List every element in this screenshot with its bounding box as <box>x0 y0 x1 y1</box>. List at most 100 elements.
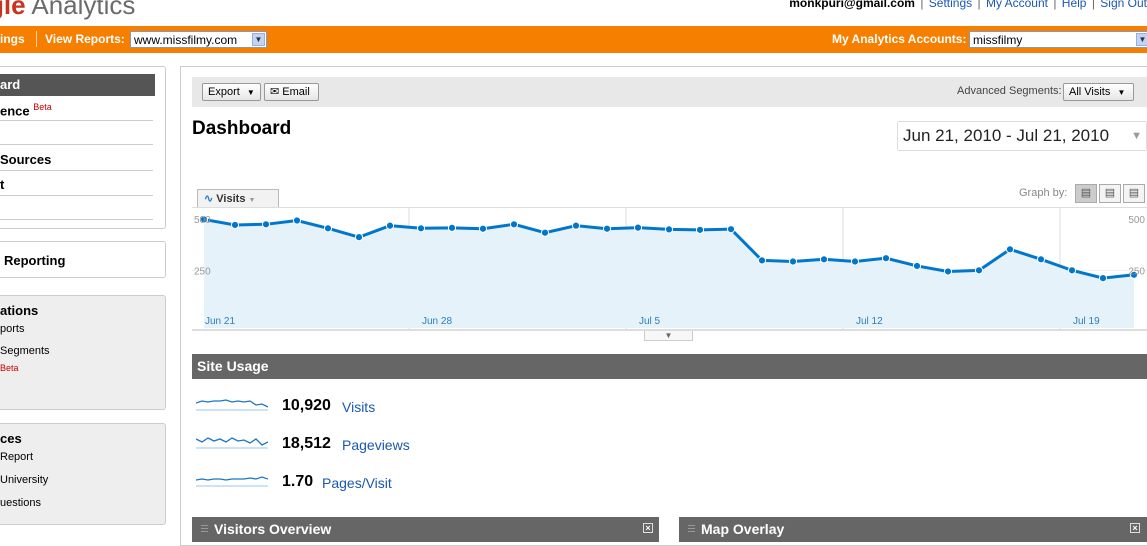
advanced-segments-label: Advanced Segments: <box>957 85 1062 97</box>
chevron-down-icon[interactable]: ▼ <box>1136 33 1147 46</box>
chart-data-point <box>540 228 550 237</box>
sidebar-item-dashboard[interactable]: ard <box>0 74 155 96</box>
widget-title: Visitors Overview <box>214 521 332 537</box>
metric-value: 18,512 <box>282 435 331 452</box>
analytics-settings-link[interactable]: ings <box>0 32 25 46</box>
widget-title: Map Overlay <box>701 521 785 537</box>
sidebar-item-custom-reports[interactable]: ports <box>0 323 24 335</box>
chart-data-point <box>385 221 395 230</box>
visits-link[interactable]: Visits <box>342 399 375 415</box>
pages-per-visit-sparkline-icon <box>195 476 269 487</box>
accounts-select[interactable]: missfilmy ▼ <box>969 31 1147 48</box>
sidebar-item-advanced-segments[interactable]: Segments <box>0 345 50 357</box>
chart-data-point <box>757 256 767 265</box>
chart-data-point <box>571 221 581 230</box>
chart-data-point <box>726 225 736 234</box>
chart-data-point <box>819 255 829 264</box>
x-tick-label: Jul 12 <box>856 316 883 327</box>
user-email: monkpuri@gmail.com <box>789 0 915 10</box>
google-analytics-logo[interactable]: gle Analytics <box>0 0 135 21</box>
metric-label: Visits <box>216 193 246 205</box>
drag-handle-icon[interactable] <box>201 525 208 534</box>
advanced-segments-value: All Visits <box>1069 86 1111 98</box>
view-reports-select[interactable]: www.missfilmy.com ▼ <box>130 31 267 48</box>
chart-data-point <box>602 224 612 233</box>
email-button[interactable]: ✉ Email <box>264 83 319 101</box>
map-overlay-widget[interactable]: Map Overlay × <box>679 517 1147 542</box>
envelope-icon: ✉ <box>270 86 280 98</box>
drag-handle-icon[interactable] <box>688 525 695 534</box>
sidebar-item-report[interactable]: Report <box>0 451 33 463</box>
chevron-down-icon[interactable]: ▼ <box>1131 122 1142 150</box>
y-tick-label: 500 <box>194 215 211 226</box>
pages-per-visit-link[interactable]: Pages/Visit <box>322 475 392 491</box>
date-range-picker[interactable]: Jun 21, 2010 - Jul 21, 2010 ▼ <box>897 121 1147 151</box>
beta-badge: Beta <box>33 102 52 112</box>
sidebar-item-content[interactable]: t <box>0 177 4 192</box>
sign-out-link[interactable]: Sign Out <box>1100 0 1147 10</box>
chevron-down-icon[interactable]: ▼ <box>252 33 265 46</box>
chart-data-point <box>323 224 333 233</box>
sidebar-item-custom-reporting[interactable]: Reporting <box>4 253 65 268</box>
page-title: Dashboard <box>192 118 292 139</box>
visits-sparkline-icon <box>195 399 269 411</box>
x-tick-label: Jul 19 <box>1073 316 1100 327</box>
my-account-link[interactable]: My Account <box>986 0 1048 10</box>
chart-data-point <box>509 220 519 229</box>
sidebar-item-intelligence[interactable]: ence Beta <box>0 102 52 118</box>
chart-data-point <box>447 223 457 232</box>
metric-selector-tab[interactable]: ∿ Visits ▼ <box>197 189 279 208</box>
chart-expander-handle[interactable]: ▼ <box>644 331 693 341</box>
view-reports-label: View Reports: <box>45 32 125 46</box>
x-tick-label: Jun 21 <box>205 316 235 327</box>
metric-value: 1.70 <box>282 473 314 490</box>
chevron-down-icon: ▼ <box>246 88 255 97</box>
chart-data-point <box>943 267 953 276</box>
pageviews-link[interactable]: Pageviews <box>342 437 410 453</box>
chart-data-point <box>416 224 426 233</box>
site-usage-row-visits: 10,920 Visits <box>195 395 496 419</box>
advanced-segments-select[interactable]: All Visits ▼ <box>1063 83 1134 101</box>
chart-data-point <box>230 220 240 230</box>
graph-by-week-icon[interactable]: ▤ <box>1099 184 1121 203</box>
export-label: Export <box>208 86 240 98</box>
help-link[interactable]: Help <box>1062 0 1087 10</box>
sidebar-item-label: ence <box>0 103 30 119</box>
chevron-down-icon: ▼ <box>248 197 256 204</box>
chart-data-point <box>292 216 302 225</box>
settings-link[interactable]: Settings <box>929 0 972 10</box>
chart-data-point <box>788 257 798 266</box>
link-separator: | <box>920 0 924 10</box>
sidebar-item-traffic-sources[interactable]: Sources <box>0 152 51 167</box>
link-separator: | <box>977 0 981 10</box>
chart-data-point <box>850 257 860 266</box>
chart-data-point <box>354 233 364 242</box>
close-icon[interactable]: × <box>1130 523 1140 533</box>
chart-data-point <box>1036 255 1046 264</box>
graph-by-day-icon[interactable]: ▤ <box>1075 184 1097 203</box>
nav-divider <box>36 31 37 47</box>
beta-badge: Beta <box>0 363 19 373</box>
email-label: Email <box>282 86 310 98</box>
logo-text-analytics: Analytics <box>31 0 136 20</box>
y-tick-label: 500 <box>1128 215 1145 226</box>
view-reports-value: www.missfilmy.com <box>134 33 238 47</box>
sidebar-item-questions[interactable]: uestions <box>0 497 41 509</box>
divider <box>0 170 153 171</box>
line-graph-icon: ∿ <box>204 193 214 205</box>
graph-by-month-icon[interactable]: ▤ <box>1123 184 1145 203</box>
chart-data-point <box>912 261 922 271</box>
link-separator: | <box>1053 0 1057 10</box>
sidebar-item-university[interactable]: University <box>0 474 48 486</box>
site-usage-heading: Site Usage <box>192 354 1147 379</box>
export-button[interactable]: Export ▼ <box>202 83 261 101</box>
chart-data-point <box>633 223 643 232</box>
close-icon[interactable]: × <box>643 523 653 533</box>
site-usage-row-pageviews: 18,512 Pageviews <box>195 433 496 457</box>
visitors-overview-widget[interactable]: Visitors Overview × <box>192 517 659 542</box>
chart-data-point <box>695 225 705 234</box>
link-separator: | <box>1091 0 1095 10</box>
logo-text-google: gle <box>0 0 26 20</box>
date-range-text: Jun 21, 2010 - Jul 21, 2010 <box>903 126 1110 145</box>
my-analytics-accounts-label: My Analytics Accounts: <box>832 32 967 46</box>
